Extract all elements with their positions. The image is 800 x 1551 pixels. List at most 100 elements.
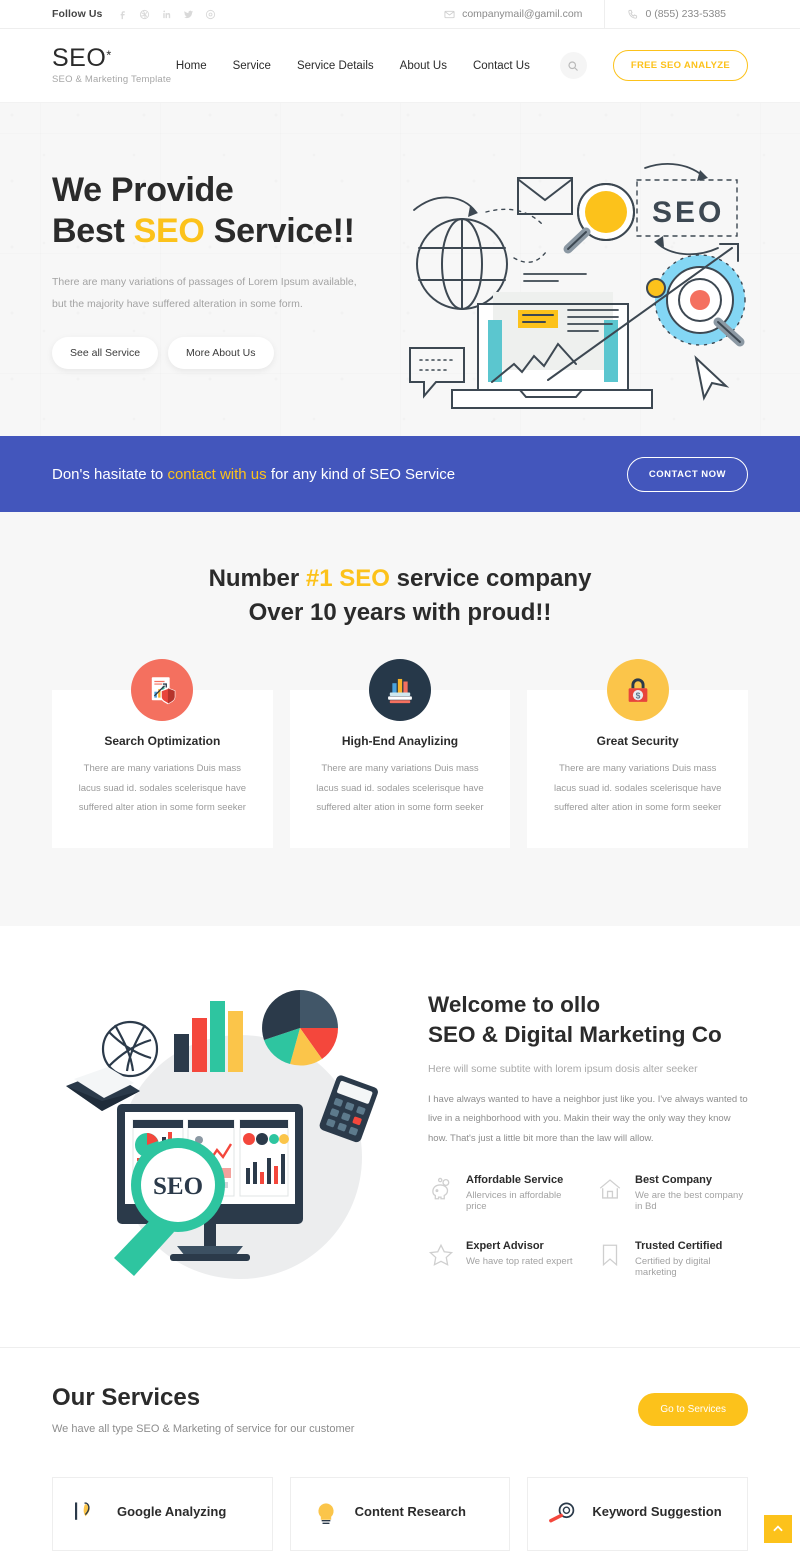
hero-copy: We Provide Best SEO Service!! There are … [52,170,392,370]
feature-cards: Search Optimization There are many varia… [52,659,749,848]
more-about-us-button[interactable]: More About Us [168,337,274,370]
social-links [117,9,216,20]
facebook-icon[interactable] [117,9,128,20]
feature-card-title: Great Security [596,734,679,749]
top-bar: Follow Us companymail@gamil.com 0 (855) … [0,0,800,29]
main-nav: Home Service Service Details About Us Co… [176,50,748,81]
hero-heading-line2-a: Best [52,212,134,251]
cta-text: Don's hasitate to contact with us for an… [52,466,455,483]
svg-text:$: $ [635,691,640,701]
see-all-service-button[interactable]: See all Service [52,337,159,370]
top-contact-group: companymail@gamil.com 0 (855) 233-5385 [422,0,748,29]
welcome-heading: Welcome to ollo SEO & Digital Marketing … [428,990,748,1051]
star-icon [428,1242,454,1273]
feature-card-text: There are many variations Duis mass lacu… [553,763,722,814]
behance-icon[interactable] [205,9,216,20]
chevron-up-icon [773,1524,783,1531]
hero-heading-line2-b: Service!! [204,212,355,251]
service-card-keyword-suggestion[interactable]: Keyword Suggestion [527,1476,749,1551]
hero-subtext-line2: but the majority have suffered alteratio… [52,297,303,310]
features-heading: Number #1 SEO service company Over 10 ye… [52,562,748,630]
lock-dollar-icon: $ [606,659,669,722]
contact-now-button[interactable]: CONTACT NOW [626,456,748,492]
logo-star-icon: * [106,47,112,63]
perk-expert-advisor: Expert Advisor We have top rated expert [428,1240,579,1278]
report-shield-icon [131,659,194,722]
piggy-bank-icon [428,1176,454,1207]
welcome-illustration: SEO [52,982,410,1287]
hero-heading-accent: SEO [133,212,205,251]
envelope-icon [444,10,455,18]
feature-card-great-security[interactable]: $ Great Security There are many variatio… [527,659,749,848]
page-root: Follow Us companymail@gamil.com 0 (855) … [0,0,800,1551]
feature-card-text: There are many variations Duis mass lacu… [78,763,247,814]
welcome-subtitle: Here will some subtite with lorem ipsum … [428,1062,698,1075]
nav-item-home[interactable]: Home [176,60,207,72]
perk-trusted-certified: Trusted Certified Certified by digital m… [597,1240,748,1278]
logo-tagline: SEO & Marketing Template [52,74,172,86]
cta-text-a: Don's hasitate to [52,465,168,483]
hero-art-seo-text: SEO [652,196,724,229]
nav-item-contact-us[interactable]: Contact Us [473,60,530,72]
phone-contact[interactable]: 0 (855) 233-5385 [604,0,748,29]
logo[interactable]: SEO* SEO & Marketing Template [52,46,171,85]
perk-title: Affordable Service [466,1174,564,1187]
welcome-heading-line2: SEO & Digital Marketing Co [428,1022,722,1048]
email-text: companymail@gamil.com [462,8,583,20]
phone-text: 0 (855) 233-5385 [645,8,726,20]
perk-subtitle: Allervices in affordable price [466,1190,562,1213]
free-seo-analyze-button[interactable]: FREE SEO ANALYZE [612,50,748,81]
hero-heading-line1: We Provide [52,170,234,209]
logo-text: SEO [52,44,107,73]
perk-title: Expert Advisor [466,1240,544,1253]
service-card-title: Keyword Suggestion [592,1504,722,1520]
content-bulb-icon [309,1498,343,1526]
welcome-paragraph: I have always wanted to have a neighbor … [428,1093,748,1144]
feature-card-high-end-anaylizing[interactable]: High-End Anaylizing There are many varia… [289,659,511,848]
features-heading-accent: #1 SEO [305,565,390,592]
hero-subtext-line1: There are many variations of passages of… [52,275,357,288]
hero-heading: We Provide Best SEO Service!! [52,170,392,253]
perk-subtitle: We are the best company in Bd [635,1190,744,1213]
cta-text-link[interactable]: contact with us [167,466,266,483]
email-contact[interactable]: companymail@gamil.com [422,0,604,29]
site-header: SEO* SEO & Marketing Template Home Servi… [0,29,800,103]
perk-title: Trusted Certified [635,1240,723,1253]
nav-item-about-us[interactable]: About Us [400,60,447,72]
google-analytics-icon [71,1498,105,1526]
twitter-icon[interactable] [183,9,194,20]
features-section: Number #1 SEO service company Over 10 ye… [0,512,800,926]
nav-item-service[interactable]: Service [233,60,271,72]
services-heading: Our Services [52,1383,201,1411]
features-heading-a: Number [208,565,306,592]
services-section: Our Services We have all type SEO & Mark… [0,1346,800,1551]
feature-card-search-optimization[interactable]: Search Optimization There are many varia… [52,659,273,848]
service-card-title: Google Analyzing [117,1504,227,1520]
search-button[interactable] [559,52,587,79]
welcome-section: SEO Welcome to ollo SEO & Digital Market… [0,926,800,1347]
hero-section: We Provide Best SEO Service!! There are … [0,103,800,436]
service-card-google-analyzing[interactable]: Google Analyzing [52,1476,273,1551]
services-subtitle: We have all type SEO & Marketing of serv… [52,1422,355,1435]
service-card-title: Content Research [354,1504,466,1520]
cta-text-b: for any kind of SEO Service [266,465,456,483]
feature-card-title: Search Optimization [104,734,221,749]
welcome-art-seo-text: SEO [153,1173,203,1200]
welcome-perks: Affordable Service Allervices in afforda… [428,1174,748,1278]
perk-best-company: Best Company We are the best company in … [597,1174,748,1212]
services-header: Our Services We have all type SEO & Mark… [52,1384,748,1435]
feature-card-text: There are many variations Duis mass lacu… [316,763,484,814]
cta-banner: Don's hasitate to contact with us for an… [0,436,800,512]
linkedin-icon[interactable] [161,9,172,20]
hero-buttons: See all Service More About Us [52,337,392,370]
dribbble-icon[interactable] [139,9,150,20]
nav-item-service-details[interactable]: Service Details [297,60,374,72]
go-to-services-button[interactable]: Go to Services [638,1392,748,1426]
welcome-heading-line1: Welcome to ollo [428,991,601,1017]
scroll-to-top-button[interactable] [764,1514,792,1543]
home-icon [597,1176,623,1207]
service-card-content-research[interactable]: Content Research [289,1476,511,1551]
service-cards: Google Analyzing Content Research Keywor… [52,1476,749,1551]
hero-subtext: There are many variations of passages of… [52,271,392,315]
perk-title: Best Company [635,1174,713,1187]
